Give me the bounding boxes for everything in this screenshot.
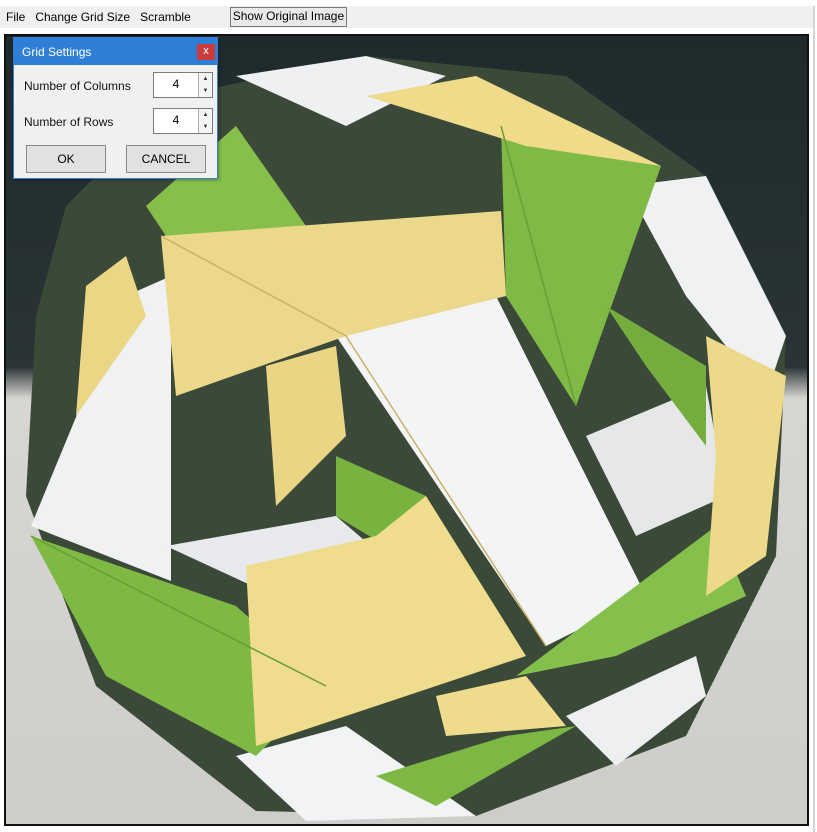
columns-stepper[interactable]: 4 ▲ ▼: [153, 72, 213, 98]
cancel-button[interactable]: CANCEL: [126, 145, 206, 173]
columns-decrement-icon[interactable]: ▼: [198, 85, 212, 97]
dialog-title-bar[interactable]: Grid Settings x: [14, 38, 217, 65]
columns-input[interactable]: 4: [154, 73, 198, 97]
window-right-border: [813, 6, 815, 832]
grid-settings-dialog: Grid Settings x Number of Columns 4 ▲ ▼ …: [13, 37, 218, 179]
show-original-image-button[interactable]: Show Original Image: [229, 7, 348, 27]
menu-change-grid-size[interactable]: Change Grid Size: [30, 7, 135, 27]
columns-label: Number of Columns: [24, 79, 131, 93]
rows-input[interactable]: 4: [154, 109, 198, 133]
close-button[interactable]: x: [197, 44, 215, 60]
menu-bar: File Change Grid Size Scramble Show Orig…: [0, 6, 813, 28]
rows-label: Number of Rows: [24, 115, 114, 129]
menu-scramble[interactable]: Scramble: [135, 7, 196, 27]
app-window: File Change Grid Size Scramble Show Orig…: [0, 0, 817, 832]
rows-decrement-icon[interactable]: ▼: [198, 121, 212, 133]
menu-file[interactable]: File: [0, 7, 30, 27]
ok-button[interactable]: OK: [26, 145, 106, 173]
rows-stepper[interactable]: 4 ▲ ▼: [153, 108, 213, 134]
dialog-title: Grid Settings: [22, 44, 92, 59]
